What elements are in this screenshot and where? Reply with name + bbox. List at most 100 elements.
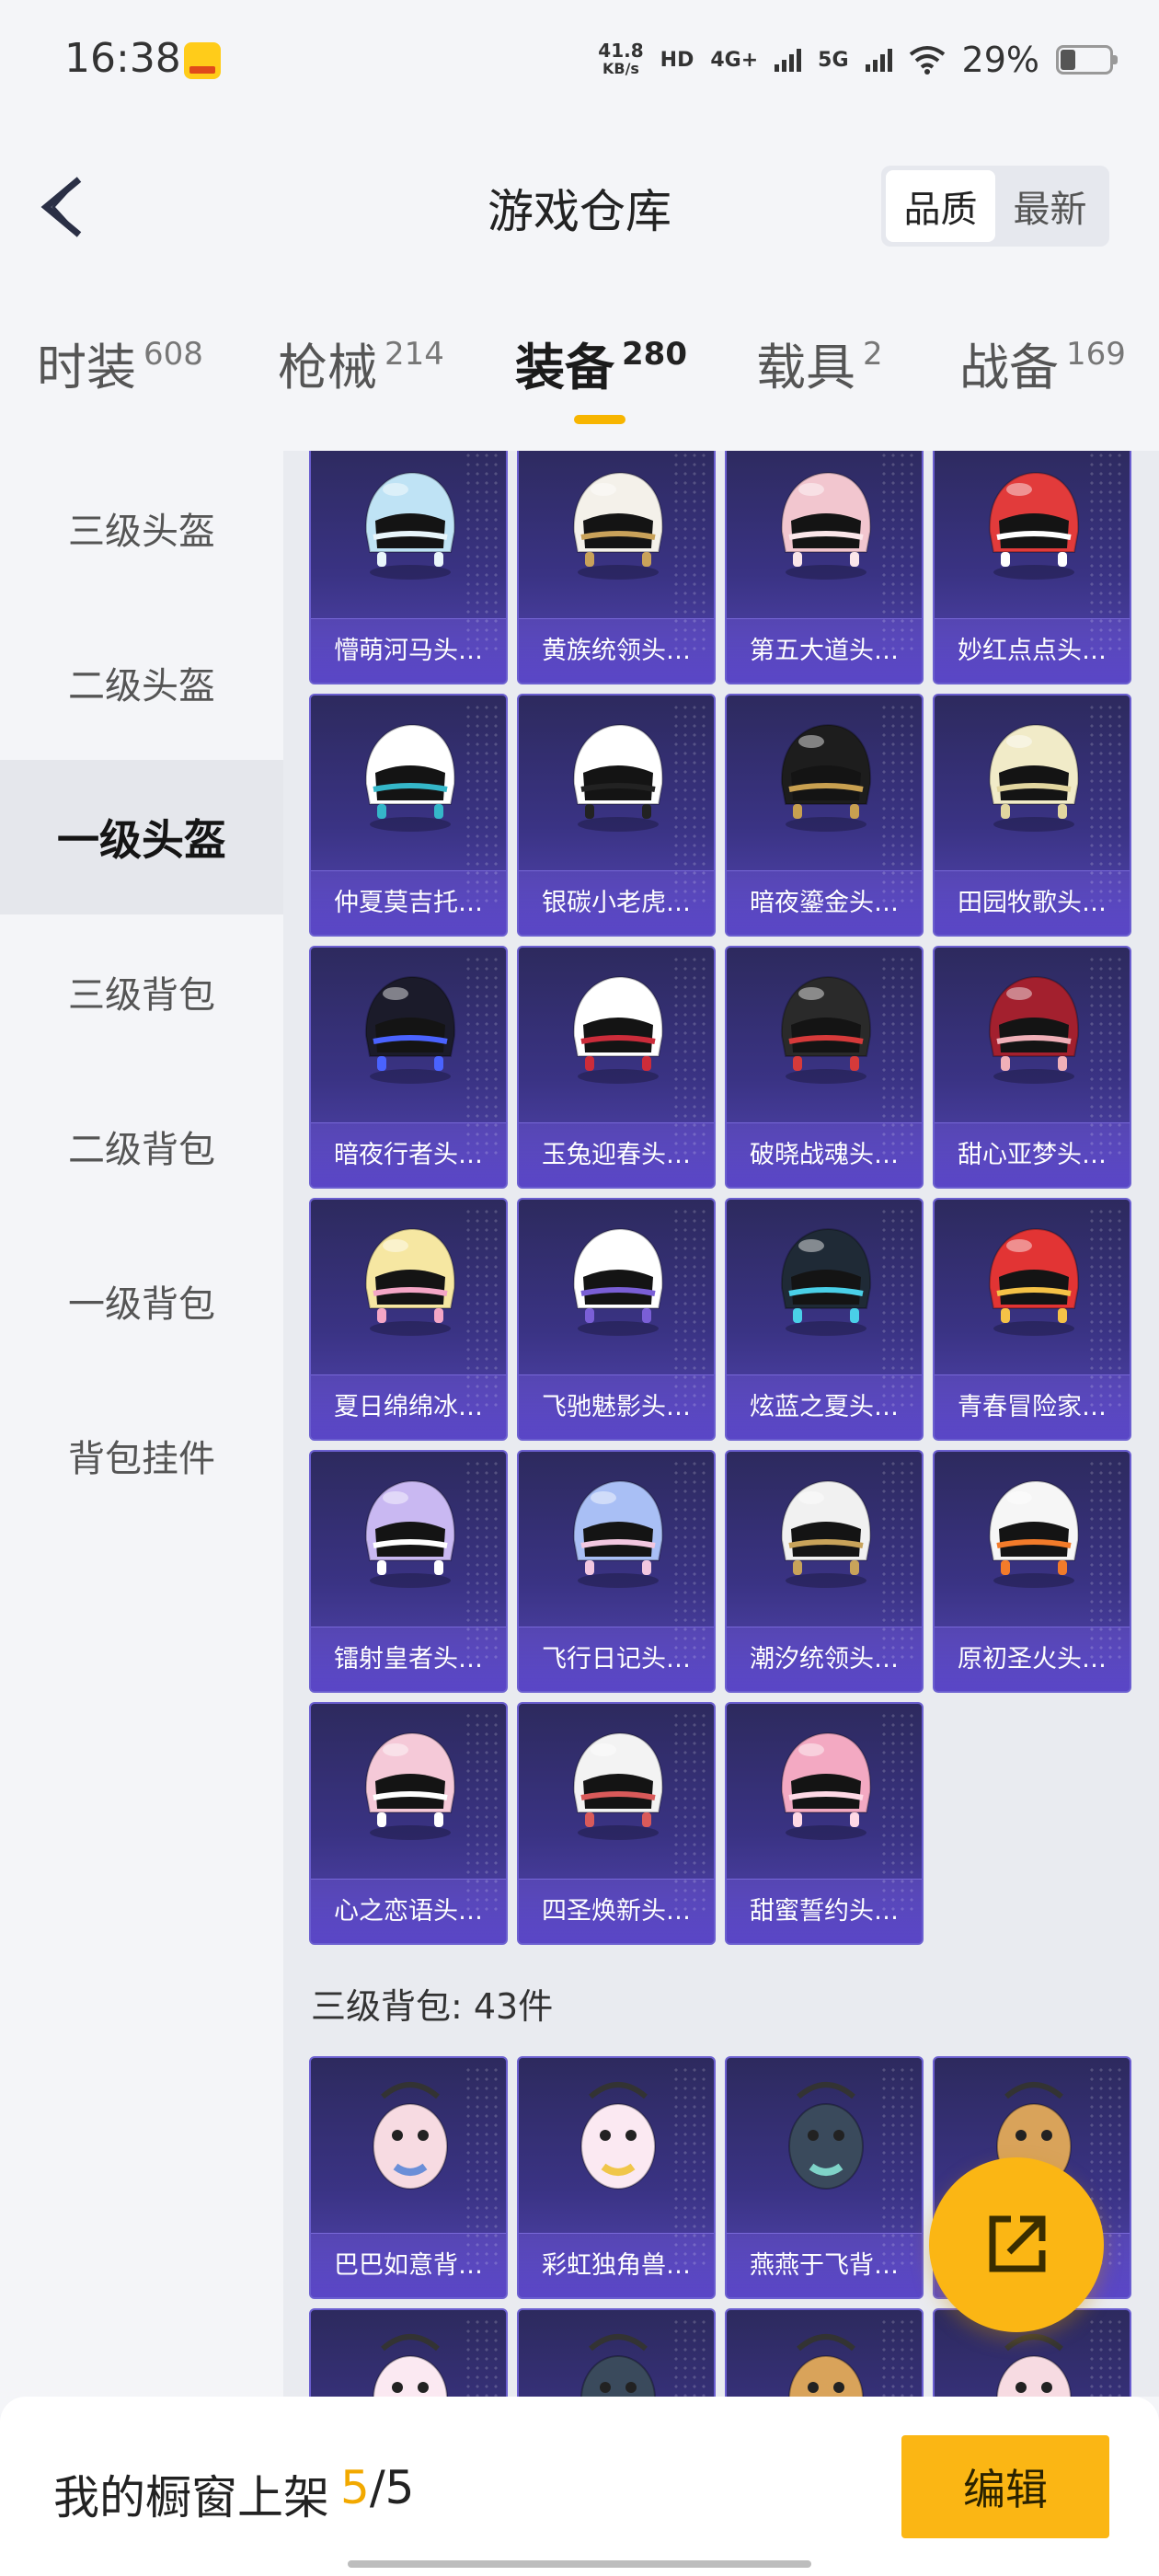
bottom-bar: 我的橱窗上架 5 / 5 编辑 — [0, 2397, 1159, 2576]
share-button[interactable] — [929, 2157, 1104, 2332]
helmet-icon — [988, 1479, 1080, 1588]
tab-equipment[interactable]: 装备 280 — [515, 327, 687, 428]
backpack-card[interactable]: 燕燕于飞背… — [725, 2056, 924, 2299]
net-4g-icon: 4G+ — [710, 48, 759, 72]
tab-label: 战备 — [959, 339, 1059, 397]
helmet-card[interactable]: 玉兔迎春头… — [517, 946, 716, 1189]
backpack-card[interactable] — [309, 2308, 508, 2397]
backpack-card[interactable]: 彩虹独角兽… — [517, 2056, 716, 2299]
helmet-name: 懵萌河马头… — [311, 618, 506, 683]
helmet-icon — [572, 723, 664, 832]
helmet-card[interactable]: 田园牧歌头… — [933, 694, 1131, 937]
helmet-name: 飞驰魅影头… — [519, 1374, 714, 1439]
sidebar-item-level2-backpack[interactable]: 二级背包 — [0, 1069, 283, 1224]
battery-icon — [1056, 45, 1118, 75]
backpack-card[interactable] — [517, 2308, 716, 2397]
backpack-card[interactable]: 巴巴如意背… — [309, 2056, 508, 2299]
backpack-name: 燕燕于飞背… — [727, 2233, 922, 2297]
tab-weapons[interactable]: 枪械 214 — [278, 327, 444, 428]
hd-icon: HD — [660, 48, 694, 72]
helmet-name: 心之恋语头… — [311, 1879, 506, 1943]
tab-label: 时装 — [37, 339, 136, 397]
sidebar-item-level2-helmet[interactable]: 二级头盔 — [0, 605, 283, 760]
helmet-icon — [780, 1731, 872, 1840]
edit-button[interactable]: 编辑 — [901, 2435, 1109, 2538]
helmet-card[interactable]: 飞驰魅影头… — [517, 1198, 716, 1441]
sidebar-item-level1-backpack[interactable]: 一级背包 — [0, 1224, 283, 1378]
helmet-name: 田园牧歌头… — [935, 870, 1130, 935]
helmet-icon — [780, 471, 872, 580]
helmet-icon — [780, 975, 872, 1084]
status-time: 16:38 — [64, 35, 181, 82]
helmet-card[interactable]: 镭射皇者头… — [309, 1450, 508, 1693]
helmet-card[interactable]: 懵萌河马头… — [309, 451, 508, 684]
helmet-card[interactable]: 原初圣火头… — [933, 1450, 1131, 1693]
helmet-card[interactable]: 第五大道头… — [725, 451, 924, 684]
app-notification-icon — [184, 42, 221, 79]
helmet-icon — [780, 723, 872, 832]
helmet-name: 镭射皇者头… — [311, 1627, 506, 1691]
helmet-icon — [988, 975, 1080, 1084]
sidebar-item-level3-helmet[interactable]: 三级头盔 — [0, 451, 283, 605]
helmet-card[interactable]: 暗夜行者头… — [309, 946, 508, 1189]
tab-count: 280 — [622, 336, 687, 373]
backpack-card[interactable] — [725, 2308, 924, 2397]
tab-combat-gear[interactable]: 战备 169 — [959, 327, 1126, 428]
sidebar-item-level1-helmet[interactable]: 一级头盔 — [0, 760, 283, 914]
helmet-name: 飞行日记头… — [519, 1627, 714, 1691]
backpack-icon — [580, 2082, 656, 2190]
backpack-icon — [996, 2334, 1072, 2397]
tab-vehicles[interactable]: 载具 2 — [756, 327, 883, 428]
status-bar: 16:38 41.8 KB/s HD 4G+ 5G 29% — [0, 0, 1159, 120]
battery-percent: 29% — [961, 40, 1039, 80]
status-indicators: 41.8 KB/s HD 4G+ 5G 29% — [598, 37, 1118, 83]
helmet-card[interactable]: 黄族统领头… — [517, 451, 716, 684]
net-speed-unit: KB/s — [602, 60, 639, 77]
sidebar-item-backpack-charm[interactable]: 背包挂件 — [0, 1378, 283, 1533]
tab-count: 2 — [863, 336, 883, 373]
helmet-name: 银碳小老虎… — [519, 870, 714, 935]
sort-toggle: 品质 最新 — [881, 166, 1109, 247]
helmet-name: 仲夏莫吉托… — [311, 870, 506, 935]
showcase-status: 我的橱窗上架 5 / 5 — [53, 2461, 414, 2527]
showcase-total: 5 — [384, 2461, 415, 2514]
showcase-separator: / — [369, 2461, 385, 2514]
tab-count: 608 — [143, 336, 203, 373]
helmet-card[interactable]: 银碳小老虎… — [517, 694, 716, 937]
helmet-card[interactable]: 心之恋语头… — [309, 1702, 508, 1945]
showcase-label: 我的橱窗上架 — [53, 2471, 329, 2524]
helmet-card[interactable]: 妙红点点头… — [933, 451, 1131, 684]
helmet-card[interactable]: 飞行日记头… — [517, 1450, 716, 1693]
helmet-card[interactable]: 甜心亚梦头… — [933, 946, 1131, 1189]
helmet-icon — [572, 471, 664, 580]
helmet-card[interactable]: 破晓战魂头… — [725, 946, 924, 1189]
helmet-card[interactable]: 四圣焕新头… — [517, 1702, 716, 1945]
helmet-name: 夏日绵绵冰… — [311, 1374, 506, 1439]
helmet-icon — [988, 1227, 1080, 1336]
helmet-card[interactable]: 潮汐统领头… — [725, 1450, 924, 1693]
helmet-card[interactable]: 甜蜜誓约头… — [725, 1702, 924, 1945]
sidebar-item-level3-backpack[interactable]: 三级背包 — [0, 914, 283, 1069]
helmet-card[interactable]: 青春冒险家… — [933, 1198, 1131, 1441]
tab-fashion[interactable]: 时装 608 — [37, 327, 203, 428]
helmet-icon — [572, 975, 664, 1084]
net-5g-icon: 5G — [818, 48, 849, 72]
active-tab-indicator — [574, 415, 625, 424]
helmet-name: 破晓战魂头… — [727, 1122, 922, 1187]
helmet-card[interactable]: 仲夏莫吉托… — [309, 694, 508, 937]
backpack-icon — [788, 2082, 864, 2190]
helmet-card[interactable]: 夏日绵绵冰… — [309, 1198, 508, 1441]
helmet-card[interactable]: 暗夜鎏金头… — [725, 694, 924, 937]
home-indicator[interactable] — [348, 2560, 811, 2568]
sort-quality-button[interactable]: 品质 — [886, 170, 995, 242]
helmet-name: 暗夜行者头… — [311, 1122, 506, 1187]
helmet-card[interactable]: 炫蓝之夏头… — [725, 1198, 924, 1441]
helmet-icon — [364, 1227, 456, 1336]
category-tabs: 时装 608 枪械 214 装备 280 载具 2 战备 169 — [0, 327, 1159, 437]
item-list[interactable]: 懵萌河马头… 黄族统领头… 第五大道头… 妙红点点头… 仲夏莫吉托… 银碳小老虎… 暗夜鎏金… — [283, 451, 1159, 2397]
tab-count: 214 — [384, 336, 444, 373]
sort-newest-button[interactable]: 最新 — [995, 170, 1105, 242]
net-speed-value: 41.8 — [598, 40, 644, 62]
backpack-name: 彩虹独角兽… — [519, 2233, 714, 2297]
helmet-icon — [364, 975, 456, 1084]
